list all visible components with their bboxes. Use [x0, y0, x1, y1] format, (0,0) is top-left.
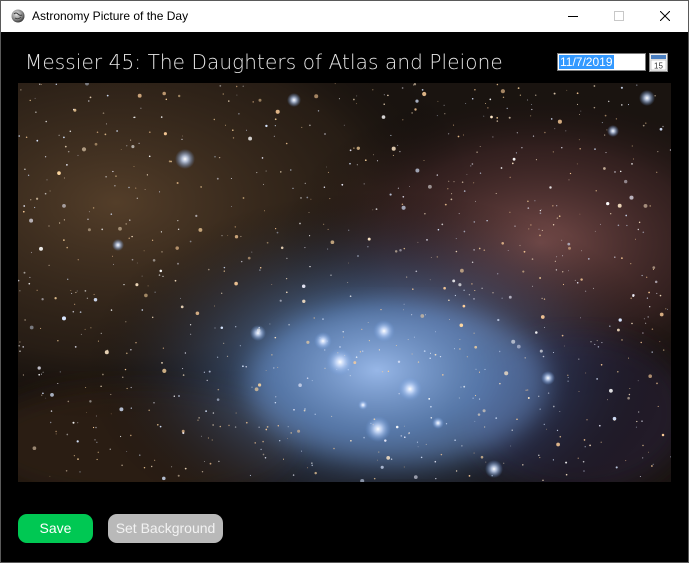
save-button[interactable]: Save: [18, 514, 93, 543]
main-content: Messier 45: The Daughters of Atlas and P…: [1, 32, 688, 562]
maximize-icon: [614, 11, 624, 21]
set-background-button[interactable]: Set Background: [108, 514, 223, 543]
window-title: Astronomy Picture of the Day: [32, 9, 189, 23]
date-picker-input[interactable]: 11/7/2019: [557, 53, 646, 71]
close-icon: [660, 11, 670, 21]
selected-date-text: 11/7/2019: [559, 55, 614, 69]
close-button[interactable]: [642, 1, 688, 32]
minimize-button[interactable]: [550, 1, 596, 32]
title-bar[interactable]: Astronomy Picture of the Day: [1, 1, 688, 32]
maximize-button[interactable]: [596, 1, 642, 32]
pleiades-image: [18, 83, 671, 482]
app-window: Astronomy Picture of the Day Messier 45:…: [0, 0, 689, 563]
apod-image: [18, 83, 671, 482]
minimize-icon: [568, 16, 578, 17]
picture-title: Messier 45: The Daughters of Atlas and P…: [25, 50, 503, 74]
globe-icon: [11, 9, 25, 23]
calendar-day-text: 15: [654, 62, 663, 71]
calendar-icon[interactable]: 15: [649, 53, 668, 72]
